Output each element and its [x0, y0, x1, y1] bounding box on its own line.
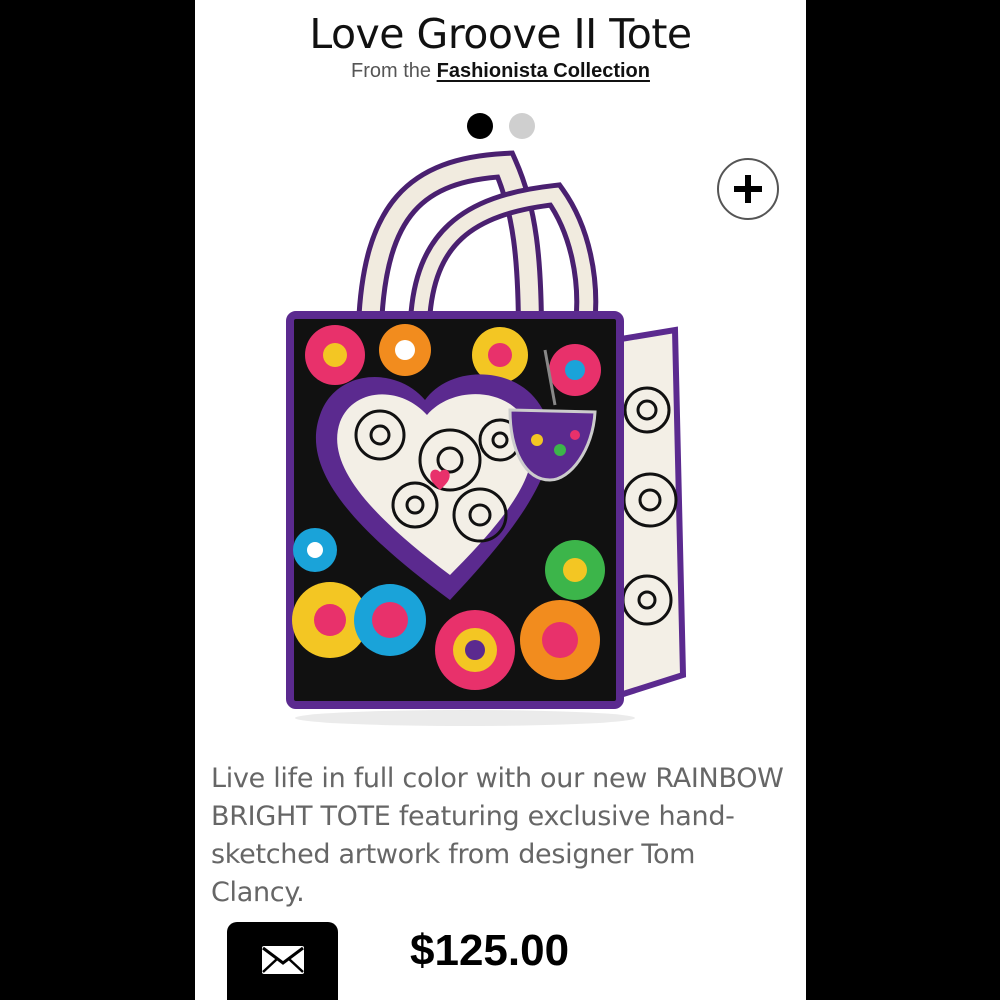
product-subtitle: From the Fashionista Collection — [195, 60, 806, 83]
product-image — [286, 150, 687, 726]
collection-link[interactable]: Fashionista Collection — [437, 60, 650, 82]
carousel-dot-2[interactable] — [508, 113, 535, 139]
carousel-dots — [195, 113, 806, 139]
product-description: Live life in full color with our new RAI… — [211, 763, 784, 908]
product-price: $125.00 — [410, 926, 570, 975]
plus-icon — [734, 175, 762, 203]
product-panel: Love Groove II Tote From the Fashionista… — [195, 0, 806, 1000]
carousel-dot-1[interactable] — [466, 113, 493, 139]
subtitle-prefix: From the — [351, 60, 437, 82]
envelope-icon — [261, 946, 304, 974]
zoom-button[interactable] — [717, 158, 779, 220]
product-title: Love Groove II Tote — [309, 10, 692, 58]
email-share-button[interactable] — [227, 922, 338, 1000]
